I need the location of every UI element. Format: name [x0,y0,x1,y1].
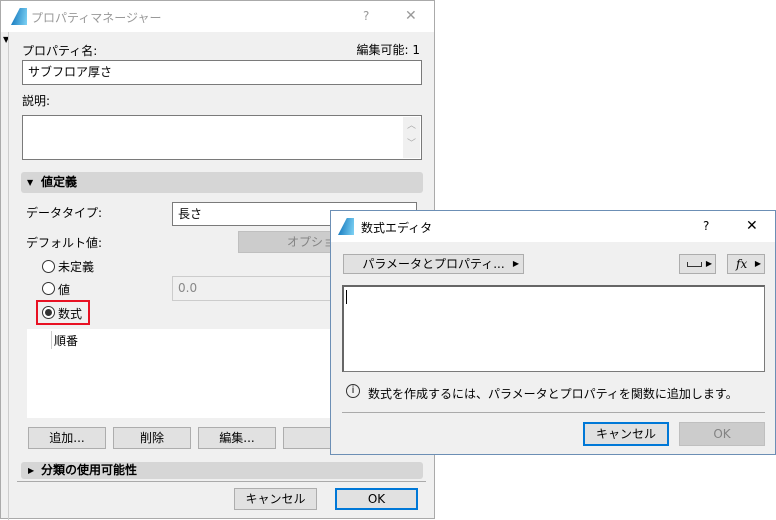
radio-formula-label: 数式 [58,307,83,321]
expand-arrow-icon: ▶ [28,466,35,475]
default-value-label: デフォルト値: [26,236,103,250]
section-value-definition[interactable]: ▼ 値定義 [21,172,423,193]
dialog-title: プロパティマネージャー [31,11,162,25]
list-header-order: 順番 [54,334,79,348]
submenu-arrow-icon: ▶ [705,259,712,268]
add-button[interactable]: 追加... [28,427,106,449]
button-label: パラメータとプロパティ... [362,257,505,271]
radio-value[interactable] [42,282,55,295]
ruler-icon [687,262,702,267]
app-icon [11,8,27,25]
property-name-input[interactable]: サブフロア厚さ [22,60,422,85]
ok-button[interactable]: OK [679,422,765,446]
radio-value-label: 値 [58,283,71,297]
edit-button[interactable]: 編集... [198,427,276,449]
divider [342,412,765,413]
formula-editor-dialog: 数式エディタ ? ✕ パラメータとプロパティ... ▶ ▶ fx ▶ i 数式を… [330,210,776,455]
editable-count: 編集可能: 1 [356,43,421,57]
radio-undefined[interactable] [42,260,55,273]
radio-undefined-label: 未定義 [58,260,95,274]
radio-formula[interactable] [42,306,55,319]
submenu-arrow-icon: ▶ [754,259,761,268]
description-label: 説明: [22,94,51,108]
parameters-properties-button[interactable]: パラメータとプロパティ... ▶ [343,254,524,274]
expand-arrow-icon: ▼ [27,178,34,187]
help-button[interactable]: ? [703,219,709,233]
functions-button[interactable]: fx ▶ [727,254,765,274]
help-button[interactable]: ? [363,9,369,23]
info-text: 数式を作成するには、パラメータとプロパティを関数に追加します。 [368,387,738,401]
ok-button[interactable]: OK [335,488,418,510]
section-classification[interactable]: ▶ 分類の使用可能性 [21,462,423,479]
units-button[interactable]: ▶ [679,254,716,274]
app-icon [338,218,354,235]
divider [17,481,426,482]
close-button[interactable]: ✕ [405,8,417,24]
scrollbar[interactable]: ︿ ﹀ [403,117,420,158]
delete-button[interactable]: 削除 [113,427,191,449]
close-button[interactable]: ✕ [746,218,758,234]
dialog-title: 数式エディタ [361,221,433,235]
cancel-button[interactable]: キャンセル [234,488,317,510]
info-icon: i [346,384,360,398]
title-bar: プロパティマネージャー ? ✕ [1,1,434,32]
fx-icon: fx [736,257,748,271]
section-title: 値定義 [41,175,78,189]
column-divider [51,331,52,349]
title-bar: 数式エディタ ? ✕ [331,211,775,242]
divider [8,32,9,520]
data-type-label: データタイプ: [26,206,103,220]
property-name-label: プロパティ名: [22,44,98,58]
section-title: 分類の使用可能性 [41,463,138,477]
submenu-arrow-icon: ▶ [512,259,519,268]
formula-textarea[interactable] [342,285,765,372]
description-textarea[interactable] [22,115,422,160]
cancel-button[interactable]: キャンセル [583,422,669,446]
text-cursor [346,290,347,304]
